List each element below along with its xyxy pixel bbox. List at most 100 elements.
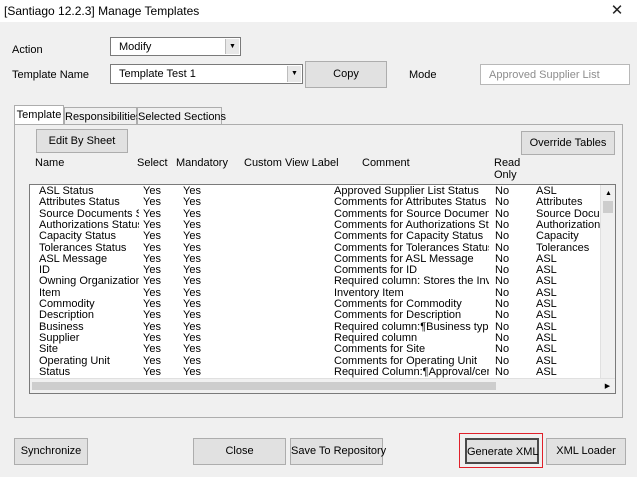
cell-mandatory: Yes — [183, 186, 201, 197]
tab-selected-sections[interactable]: Selected Sections — [137, 107, 226, 124]
cell-select: Yes — [143, 310, 161, 322]
cell-read-only: No — [495, 231, 510, 243]
edit-by-sheet-button[interactable]: Edit By Sheet — [36, 129, 128, 153]
table-row[interactable]: Business Yes Yes Required column:¶Business … — [30, 322, 600, 333]
mode-field: Approved Supplier List — [480, 64, 630, 85]
column-header-custom-view-label: Custom View Label — [244, 157, 339, 169]
cell-comment: Required column: Stores the Invento — [334, 276, 489, 288]
table-row[interactable]: Attributes Status Yes Yes Comments for Attr… — [30, 197, 600, 208]
table-row[interactable]: Owning Organization Yes Yes Required column… — [30, 276, 600, 287]
override-tables-button[interactable]: Override Tables — [521, 131, 615, 155]
fields-list[interactable]: ASL Status Yes Yes Approved Supplier List S… — [29, 184, 616, 394]
cell-comment: Required column:¶Business type of D — [334, 321, 489, 333]
tab-template[interactable]: Template — [14, 105, 64, 124]
cell-name: Tolerances Status — [39, 242, 127, 254]
table-row[interactable]: ASL Status Yes Yes Approved Supplier List S… — [30, 186, 600, 197]
table-row[interactable]: Commodity Yes Yes Comments for Commodity No A… — [30, 299, 600, 310]
table-row[interactable]: Supplier Yes Yes Required column No ASL — [30, 333, 600, 344]
cell-read-only: No — [495, 344, 510, 356]
cell-name: Capacity Status — [39, 231, 117, 243]
cell-name: ASL Status — [39, 186, 94, 197]
window-title: [Santiago 12.2.3] Manage Templates — [4, 4, 200, 18]
cell-name: Item — [39, 287, 61, 299]
cell-select: Yes — [143, 265, 161, 277]
cell-name: Supplier — [39, 332, 80, 344]
close-button[interactable]: Close — [193, 438, 286, 465]
cell-mandatory: Yes — [183, 332, 201, 344]
cell-select: Yes — [143, 242, 161, 254]
cell-comment: Comments for Authorizations Status — [334, 219, 489, 231]
cell-section: ASL — [536, 310, 557, 322]
table-row[interactable]: Status Yes Yes Required Column:¶Approval/ce… — [30, 367, 600, 378]
column-header-name: Name — [35, 157, 65, 169]
generate-xml-button[interactable]: Generate XML — [465, 438, 539, 464]
tab-responsibilities[interactable]: Responsibilities — [64, 107, 141, 124]
vertical-scroll-thumb[interactable] — [603, 201, 613, 213]
copy-button[interactable]: Copy — [305, 61, 387, 88]
action-label: Action — [12, 44, 43, 56]
column-header-mandatory: Mandatory — [176, 157, 228, 169]
cell-select: Yes — [143, 355, 161, 367]
cell-section: Authorizations — [536, 219, 600, 231]
cell-section: ASL — [536, 321, 557, 333]
cell-name: Description — [39, 310, 95, 322]
table-row[interactable]: Item Yes Yes Inventory Item No ASL — [30, 288, 600, 299]
cell-comment: Inventory Item — [334, 287, 404, 299]
cell-select: Yes — [143, 321, 161, 333]
save-to-repository-button[interactable]: Save To Repository — [290, 438, 386, 465]
cell-section: ASL — [536, 186, 557, 197]
cell-mandatory: Yes — [183, 299, 201, 310]
cell-read-only: No — [495, 219, 510, 231]
cell-select: Yes — [143, 231, 161, 243]
table-row[interactable]: Tolerances Status Yes Yes Comments for Tole… — [30, 243, 600, 254]
cell-name: ID — [39, 265, 50, 277]
cell-read-only: No — [495, 321, 510, 333]
table-row[interactable]: Authorizations Status Yes Yes Comments for … — [30, 220, 600, 231]
cell-read-only: No — [495, 287, 510, 299]
table-row[interactable]: ASL Message Yes Yes Comments for ASL Messag… — [30, 254, 600, 265]
synchronize-button[interactable]: Synchronize — [14, 438, 88, 465]
table-row[interactable]: ID Yes Yes Comments for ID No ASL — [30, 265, 600, 276]
close-icon[interactable]: ✕ — [605, 1, 629, 21]
column-header-comment: Comment — [362, 157, 410, 169]
template-name-dropdown[interactable]: Template Test 1 ▼ — [110, 64, 303, 84]
table-row[interactable]: Description Yes Yes Comments for Descriptio… — [30, 310, 600, 321]
horizontal-scrollbar[interactable]: ▶ — [30, 378, 615, 393]
action-dropdown[interactable]: Modify ▼ — [110, 37, 241, 56]
vertical-scrollbar[interactable]: ▲ — [600, 185, 615, 379]
table-row[interactable]: Site Yes Yes Comments for Site No ASL — [30, 344, 600, 355]
chevron-down-icon[interactable]: ▼ — [287, 66, 301, 82]
cell-read-only: No — [495, 265, 510, 277]
cell-select: Yes — [143, 344, 161, 356]
cell-comment: Comments for Source Documents Sta — [334, 208, 489, 220]
cell-select: Yes — [143, 299, 161, 310]
template-name-label: Template Name — [12, 69, 90, 81]
cell-comment: Comments for Tolerances Status — [334, 242, 489, 254]
cell-select: Yes — [143, 197, 161, 209]
table-row[interactable]: Operating Unit Yes Yes Comments for Operati… — [30, 356, 600, 367]
cell-select: Yes — [143, 186, 161, 197]
table-row[interactable]: Capacity Status Yes Yes Comments for Capaci… — [30, 231, 600, 242]
cell-read-only: No — [495, 208, 510, 220]
xml-loader-button[interactable]: XML Loader — [546, 438, 626, 465]
cell-mandatory: Yes — [183, 208, 201, 220]
scroll-up-icon[interactable]: ▲ — [601, 186, 615, 201]
cell-read-only: No — [495, 186, 510, 197]
cell-select: Yes — [143, 208, 161, 220]
cell-read-only: No — [495, 332, 510, 344]
cell-mandatory: Yes — [183, 287, 201, 299]
horizontal-scroll-thumb[interactable] — [32, 382, 496, 390]
cell-mandatory: Yes — [183, 231, 201, 243]
table-row[interactable]: Source Documents Stat Yes Yes Comments for … — [30, 209, 600, 220]
cell-read-only: No — [495, 299, 510, 310]
cell-mandatory: Yes — [183, 197, 201, 209]
cell-section: Source Docume — [536, 208, 600, 220]
cell-mandatory: Yes — [183, 366, 201, 378]
cell-select: Yes — [143, 366, 161, 378]
cell-section: ASL — [536, 366, 557, 378]
cell-mandatory: Yes — [183, 265, 201, 277]
chevron-down-icon[interactable]: ▼ — [225, 39, 239, 54]
cell-name: Status — [39, 366, 71, 378]
mode-value: Approved Supplier List — [489, 69, 600, 81]
scroll-right-icon[interactable]: ▶ — [600, 379, 615, 393]
